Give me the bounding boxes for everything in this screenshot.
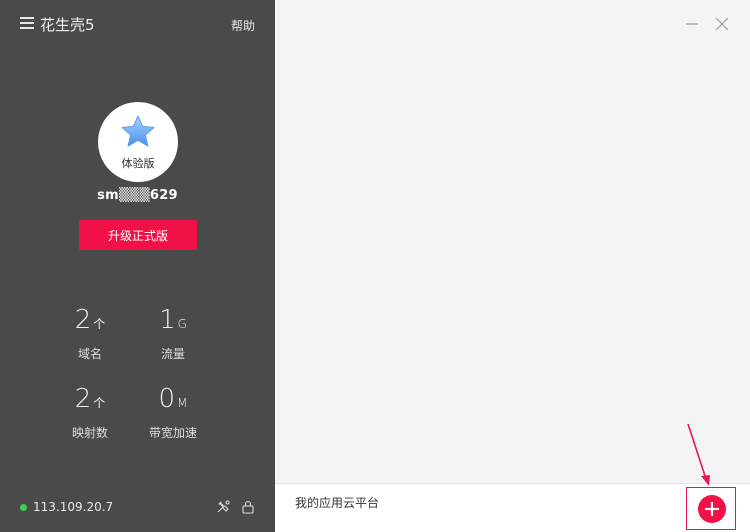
stat-domains-label: 域名 (77, 347, 102, 361)
stat-bandwidth[interactable]: 0M 带宽加速 (133, 384, 213, 441)
minimize-icon[interactable] (684, 16, 700, 32)
app-window: 花生壳5 帮助 体验版 sm▒▒▒629 升级正式版 2个 域名 1 G 流量 … (0, 0, 750, 532)
stat-mappings[interactable]: 2个 映射数 (50, 384, 130, 441)
stat-traffic-unit: G (177, 317, 187, 331)
stat-traffic[interactable]: 1G 流量 (133, 305, 213, 362)
stat-traffic-value: 1 (159, 305, 176, 335)
bottom-bar: 我的应用云平台 (275, 483, 750, 532)
upgrade-button[interactable]: 升级正式版 (79, 220, 197, 250)
avatar[interactable]: 体验版 (98, 102, 178, 182)
ip-address: 113.109.20.7 (33, 500, 114, 514)
plus-icon (705, 502, 719, 516)
stat-mappings-value: 2 (74, 384, 92, 414)
stat-bandwidth-value: 0 (158, 384, 176, 414)
annotation-arrow (687, 423, 710, 486)
help-link[interactable]: 帮助 (231, 17, 255, 34)
stat-domains-unit: 个 (93, 317, 106, 331)
stat-domains[interactable]: 2个 域名 (50, 305, 130, 362)
sidebar-header: 花生壳5 帮助 (0, 0, 275, 50)
add-button-highlight (686, 487, 736, 530)
edition-badge: 体验版 (121, 157, 155, 170)
sidebar: 花生壳5 帮助 体验版 sm▒▒▒629 升级正式版 2个 域名 1 G 流量 … (0, 0, 275, 532)
stat-mappings-label: 映射数 (71, 426, 108, 440)
star-icon (121, 115, 155, 147)
close-icon[interactable] (714, 16, 730, 32)
add-button[interactable] (698, 495, 726, 523)
lock-icon[interactable] (241, 500, 255, 514)
stat-mappings-unit: 个 (93, 396, 106, 410)
username: sm▒▒▒629 (97, 188, 178, 203)
tools-icon[interactable] (216, 500, 230, 514)
app-title: 花生壳5 (40, 16, 95, 34)
menu-icon[interactable] (20, 17, 34, 29)
stat-bandwidth-label: 带宽加速 (148, 426, 197, 440)
app-cloud-platform-label[interactable]: 我的应用云平台 (295, 494, 379, 511)
status-dot (20, 504, 27, 511)
stat-traffic-label: 流量 (160, 347, 185, 361)
stat-bandwidth-unit: M (177, 396, 188, 410)
stat-domains-value: 2 (74, 305, 92, 335)
